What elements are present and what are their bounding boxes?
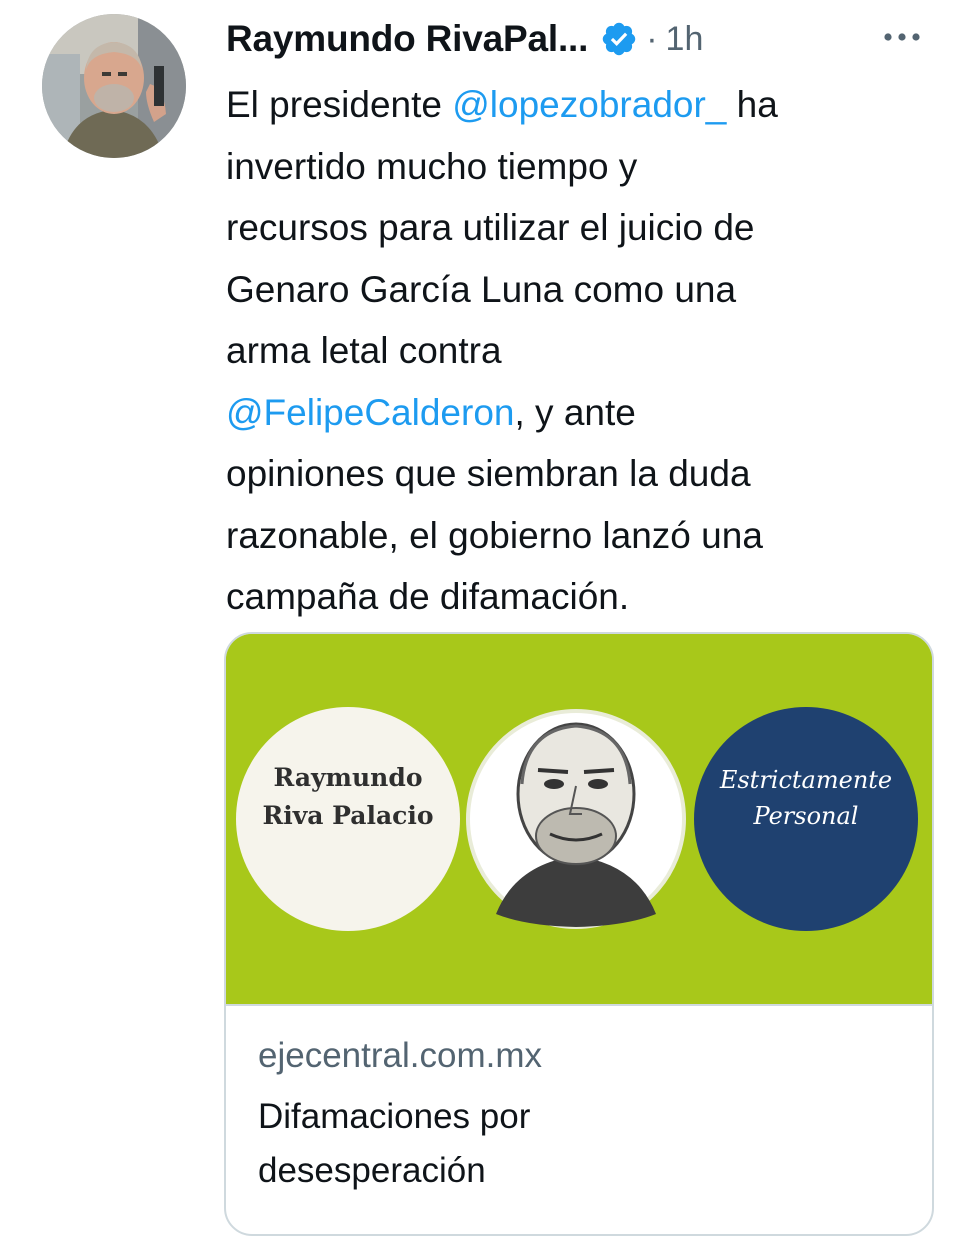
card-title-line: desesperación — [258, 1151, 486, 1190]
tweet-text-line: recursos para utilizar el juicio de — [226, 197, 926, 259]
header-separator: · — [646, 19, 658, 58]
tweet-text-segment: invertido mucho tiempo y — [226, 145, 638, 187]
tweet-text-line: razonable, el gobierno lanzó una — [226, 505, 926, 567]
card-author-name-line1: Raymundo — [273, 763, 422, 792]
tweet-text: El presidente @lopezobrador_ ha invertido… — [226, 74, 926, 628]
card-title-line: Difamaciones por — [258, 1097, 531, 1136]
tweet-text-line: opiniones que siembran la duda — [226, 443, 926, 505]
author-avatar[interactable] — [42, 14, 186, 158]
tweet-text-segment: Genaro García Luna como una — [226, 268, 737, 310]
mention-link[interactable]: @FelipeCalderon — [226, 392, 514, 433]
tweet-text-segment: razonable, el gobierno lanzó una — [226, 514, 763, 556]
author-profile-photo — [42, 14, 186, 158]
tweet-text-segment: ha — [726, 84, 778, 125]
card-meta: ejecentral.com.mx Difamaciones por desesp… — [226, 1004, 932, 1190]
card-image: Raymundo Riva Palacio Estrictamente Pers… — [226, 634, 932, 1004]
mention-link[interactable]: @lopezobrador_ — [452, 84, 726, 125]
author-name[interactable]: Raymundo RivaPal... — [226, 18, 588, 60]
link-preview-card[interactable]: Raymundo Riva Palacio Estrictamente Pers… — [224, 632, 934, 1236]
tweet-text-segment: arma letal contra — [226, 330, 502, 371]
tweet-text-line: @FelipeCalderon, y ante — [226, 382, 926, 444]
card-title: Difamaciones por desesperación — [258, 1090, 898, 1198]
card-domain: ejecentral.com.mx — [258, 1036, 542, 1075]
tweet-text-line: arma letal contra — [226, 320, 926, 382]
tweet-text-segment: , y ante — [514, 391, 636, 433]
tweet-text-line: Genaro García Luna como una — [226, 259, 926, 321]
tweet-text-line: El presidente @lopezobrador_ ha — [226, 74, 926, 136]
verified-badge-icon[interactable] — [600, 20, 638, 58]
card-author-name-line2: Riva Palacio — [262, 801, 433, 830]
tweet-header: Raymundo RivaPal... · 1h — [226, 14, 934, 64]
tweet-text-segment: recursos para utilizar el juicio de — [226, 207, 755, 248]
tweet-text-segment: opiniones que siembran la duda — [226, 453, 751, 494]
tweet-text-line: campaña de difamación. — [226, 566, 926, 628]
card-column-name-line2: Personal — [753, 802, 859, 830]
more-horizontal-icon[interactable] — [880, 22, 924, 52]
tweet-timestamp[interactable]: 1h — [666, 20, 704, 59]
tweet-text-line: invertido mucho tiempo y — [226, 136, 926, 198]
tweet-text-segment: El presidente — [226, 84, 453, 125]
tweet-text-segment: campaña de difamación. — [226, 576, 630, 617]
card-column-name-line1: Estrictamente — [719, 766, 892, 794]
card-portrait-illustration — [466, 709, 686, 929]
card-image-graphic: Raymundo Riva Palacio Estrictamente Pers… — [226, 634, 932, 1004]
